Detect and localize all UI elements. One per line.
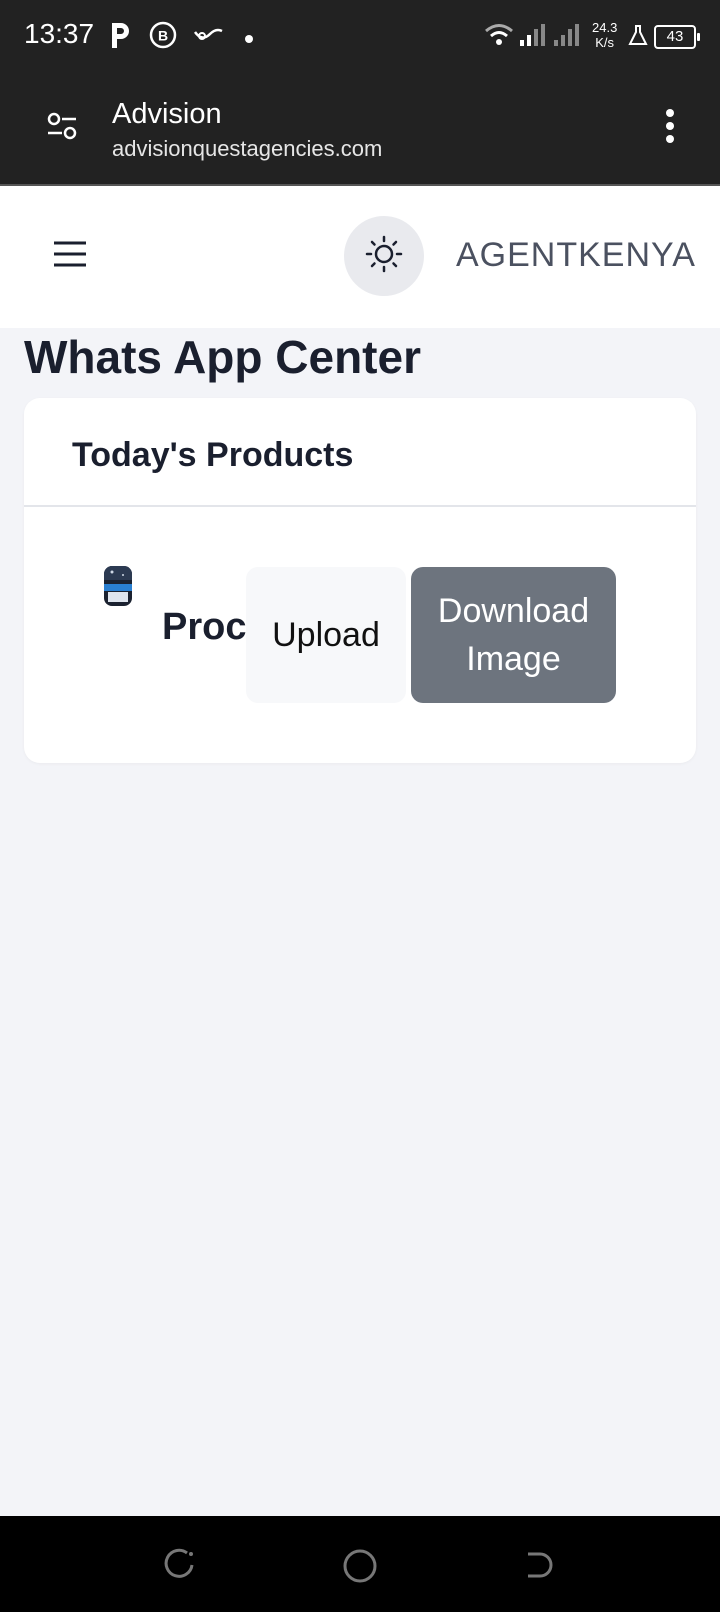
user-name[interactable]: AGENTKENYA (456, 236, 696, 275)
carrier-icon (192, 22, 226, 53)
battery-icon: 43 (654, 25, 700, 49)
card-title: Today's Products (72, 436, 354, 474)
status-bar: 13:37 B 24.3 K/s 43 (0, 0, 720, 74)
home-icon[interactable] (342, 1548, 378, 1589)
signal-icon (552, 22, 582, 53)
status-time: 13:37 (24, 18, 95, 49)
network-speed-unit: K/s (595, 35, 615, 50)
browser-app-bar: Advision advisionquestagencies.com (0, 74, 720, 186)
site-title: Advision (112, 98, 222, 130)
site-settings-icon[interactable] (44, 108, 80, 149)
wifi-icon (484, 22, 514, 53)
overflow-menu-icon[interactable] (664, 108, 676, 149)
hamburger-menu-icon[interactable] (52, 240, 88, 273)
lab-flask-icon (628, 24, 648, 51)
sun-icon (364, 234, 404, 279)
back-icon[interactable] (522, 1548, 556, 1587)
navigation-bar (0, 1516, 720, 1612)
product-name: Proc (162, 606, 246, 648)
p-notification-icon (108, 20, 132, 55)
card-divider (24, 505, 696, 507)
svg-text:B: B (158, 28, 168, 44)
upload-button[interactable]: Upload (246, 567, 406, 703)
product-thumbnail[interactable] (104, 566, 132, 606)
theme-toggle-button[interactable] (344, 216, 424, 296)
site-url[interactable]: advisionquestagencies.com (112, 136, 382, 162)
download-image-button[interactable]: Download Image (411, 567, 616, 703)
page-header: AGENTKENYA (0, 186, 720, 328)
signal-icon (518, 22, 548, 53)
business-chat-icon: B (148, 20, 178, 55)
network-speed-value: 24.3 (592, 20, 618, 35)
recent-apps-icon[interactable] (163, 1548, 197, 1587)
dot-icon (244, 31, 254, 49)
products-card: Today's Products Proc Upload Download Im… (24, 398, 696, 763)
page-title: Whats App Center (24, 331, 421, 383)
network-speed: 24.3 K/s (592, 20, 617, 50)
